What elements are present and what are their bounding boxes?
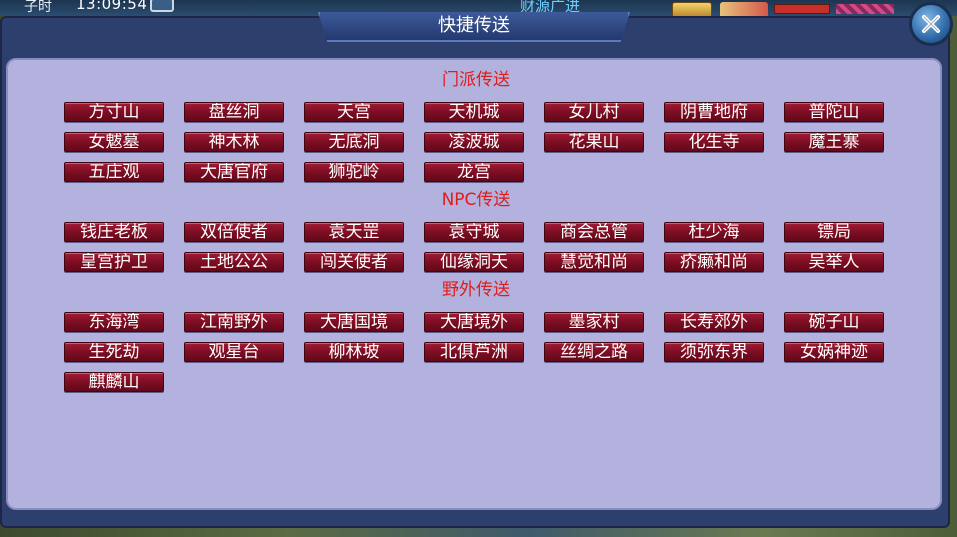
window-title: 快捷传送 [438,15,510,36]
teleport-button[interactable]: 土地公公 [184,252,284,272]
teleport-button[interactable]: 袁守城 [424,222,524,242]
teleport-button[interactable]: 花果山 [544,132,644,152]
hud-time-label: 子时 [24,0,52,15]
hp-bar [774,4,830,14]
teleport-button[interactable]: 阴曹地府 [664,102,764,122]
teleport-button[interactable]: 杜少海 [664,222,764,242]
teleport-button[interactable]: 神木林 [184,132,284,152]
teleport-button[interactable]: 仙缘洞天 [424,252,524,272]
teleport-button[interactable]: 生死劫 [64,342,164,362]
teleport-button[interactable]: 北俱芦洲 [424,342,524,362]
teleport-button[interactable]: 慧觉和尚 [544,252,644,272]
teleport-button[interactable]: 钱庄老板 [64,222,164,242]
close-button[interactable] [909,2,953,46]
teleport-button[interactable]: 长寿郊外 [664,312,764,332]
teleport-button[interactable]: 闯关使者 [304,252,404,272]
teleport-button[interactable]: 商会总管 [544,222,644,242]
teleport-button[interactable]: 大唐国境 [304,312,404,332]
teleport-button[interactable]: 五庄观 [64,162,164,182]
close-icon [922,15,940,33]
teleport-button[interactable]: 化生寺 [664,132,764,152]
teleport-button[interactable]: 女儿村 [544,102,644,122]
section-title-npc: NPC传送 [441,190,511,210]
teleport-button[interactable]: 女娲神迹 [784,342,884,362]
teleport-button[interactable]: 无底洞 [304,132,404,152]
mp-bar [836,4,894,14]
teleport-button[interactable]: 观星台 [184,342,284,362]
field-teleport-grid: 东海湾 江南野外 大唐国境 大唐境外 墨家村 长寿郊外 碗子山生死劫 观星台 柳林坡 北俱芦洲 丝绸… [64,312,894,392]
teleport-button[interactable]: 疥癞和尚 [664,252,764,272]
teleport-button[interactable]: 女魃墓 [64,132,164,152]
teleport-button[interactable]: 碗子山 [784,312,884,332]
teleport-button[interactable]: 吴举人 [784,252,884,272]
teleport-button[interactable]: 柳林坡 [304,342,404,362]
teleport-button[interactable]: 皇宫护卫 [64,252,164,272]
teleport-button[interactable]: 须弥东界 [664,342,764,362]
teleport-button[interactable]: 双倍使者 [184,222,284,242]
teleport-button[interactable]: 龙宫 [424,162,524,182]
teleport-button[interactable]: 方寸山 [64,102,164,122]
teleport-button[interactable]: 东海湾 [64,312,164,332]
teleport-button[interactable]: 天机城 [424,102,524,122]
teleport-button[interactable]: 魔王寨 [784,132,884,152]
npc-teleport-grid: 钱庄老板 双倍使者 袁天罡 袁守城 商会总管 杜少海 镖局皇宫护卫 土地公公 闯关使者 仙缘洞天慧… [64,222,894,272]
teleport-button[interactable]: 丝绸之路 [544,342,644,362]
teleport-button[interactable]: 江南野外 [184,312,284,332]
teleport-button[interactable]: 大唐境外 [424,312,524,332]
teleport-button[interactable]: 墨家村 [544,312,644,332]
teleport-button[interactable]: 盘丝洞 [184,102,284,122]
hud-clock-time: 13:09:54 [76,0,148,13]
teleport-button[interactable]: 大唐官府 [184,162,284,182]
teleport-button[interactable]: 镖局 [784,222,884,242]
teleport-button[interactable]: 凌波城 [424,132,524,152]
teleport-panel: 门派传送 方寸山 盘丝洞 天宫 天机城 女儿村 阴曹地府 普陀山女魃墓 神木林 无底洞 凌波城 花果… [6,58,942,510]
clock-icon[interactable] [150,0,174,12]
section-title-field: 野外传送 [442,280,510,300]
teleport-button[interactable]: 袁天罡 [304,222,404,242]
sect-teleport-grid: 方寸山 盘丝洞 天宫 天机城 女儿村 阴曹地府 普陀山女魃墓 神木林 无底洞 凌波城 花果山 化生寺魔… [64,102,894,182]
teleport-button[interactable]: 普陀山 [784,102,884,122]
teleport-button[interactable]: 天宫 [304,102,404,122]
teleport-button[interactable]: 麒麟山 [64,372,164,392]
section-title-sect: 门派传送 [442,70,510,90]
teleport-button[interactable]: 狮驼岭 [304,162,404,182]
